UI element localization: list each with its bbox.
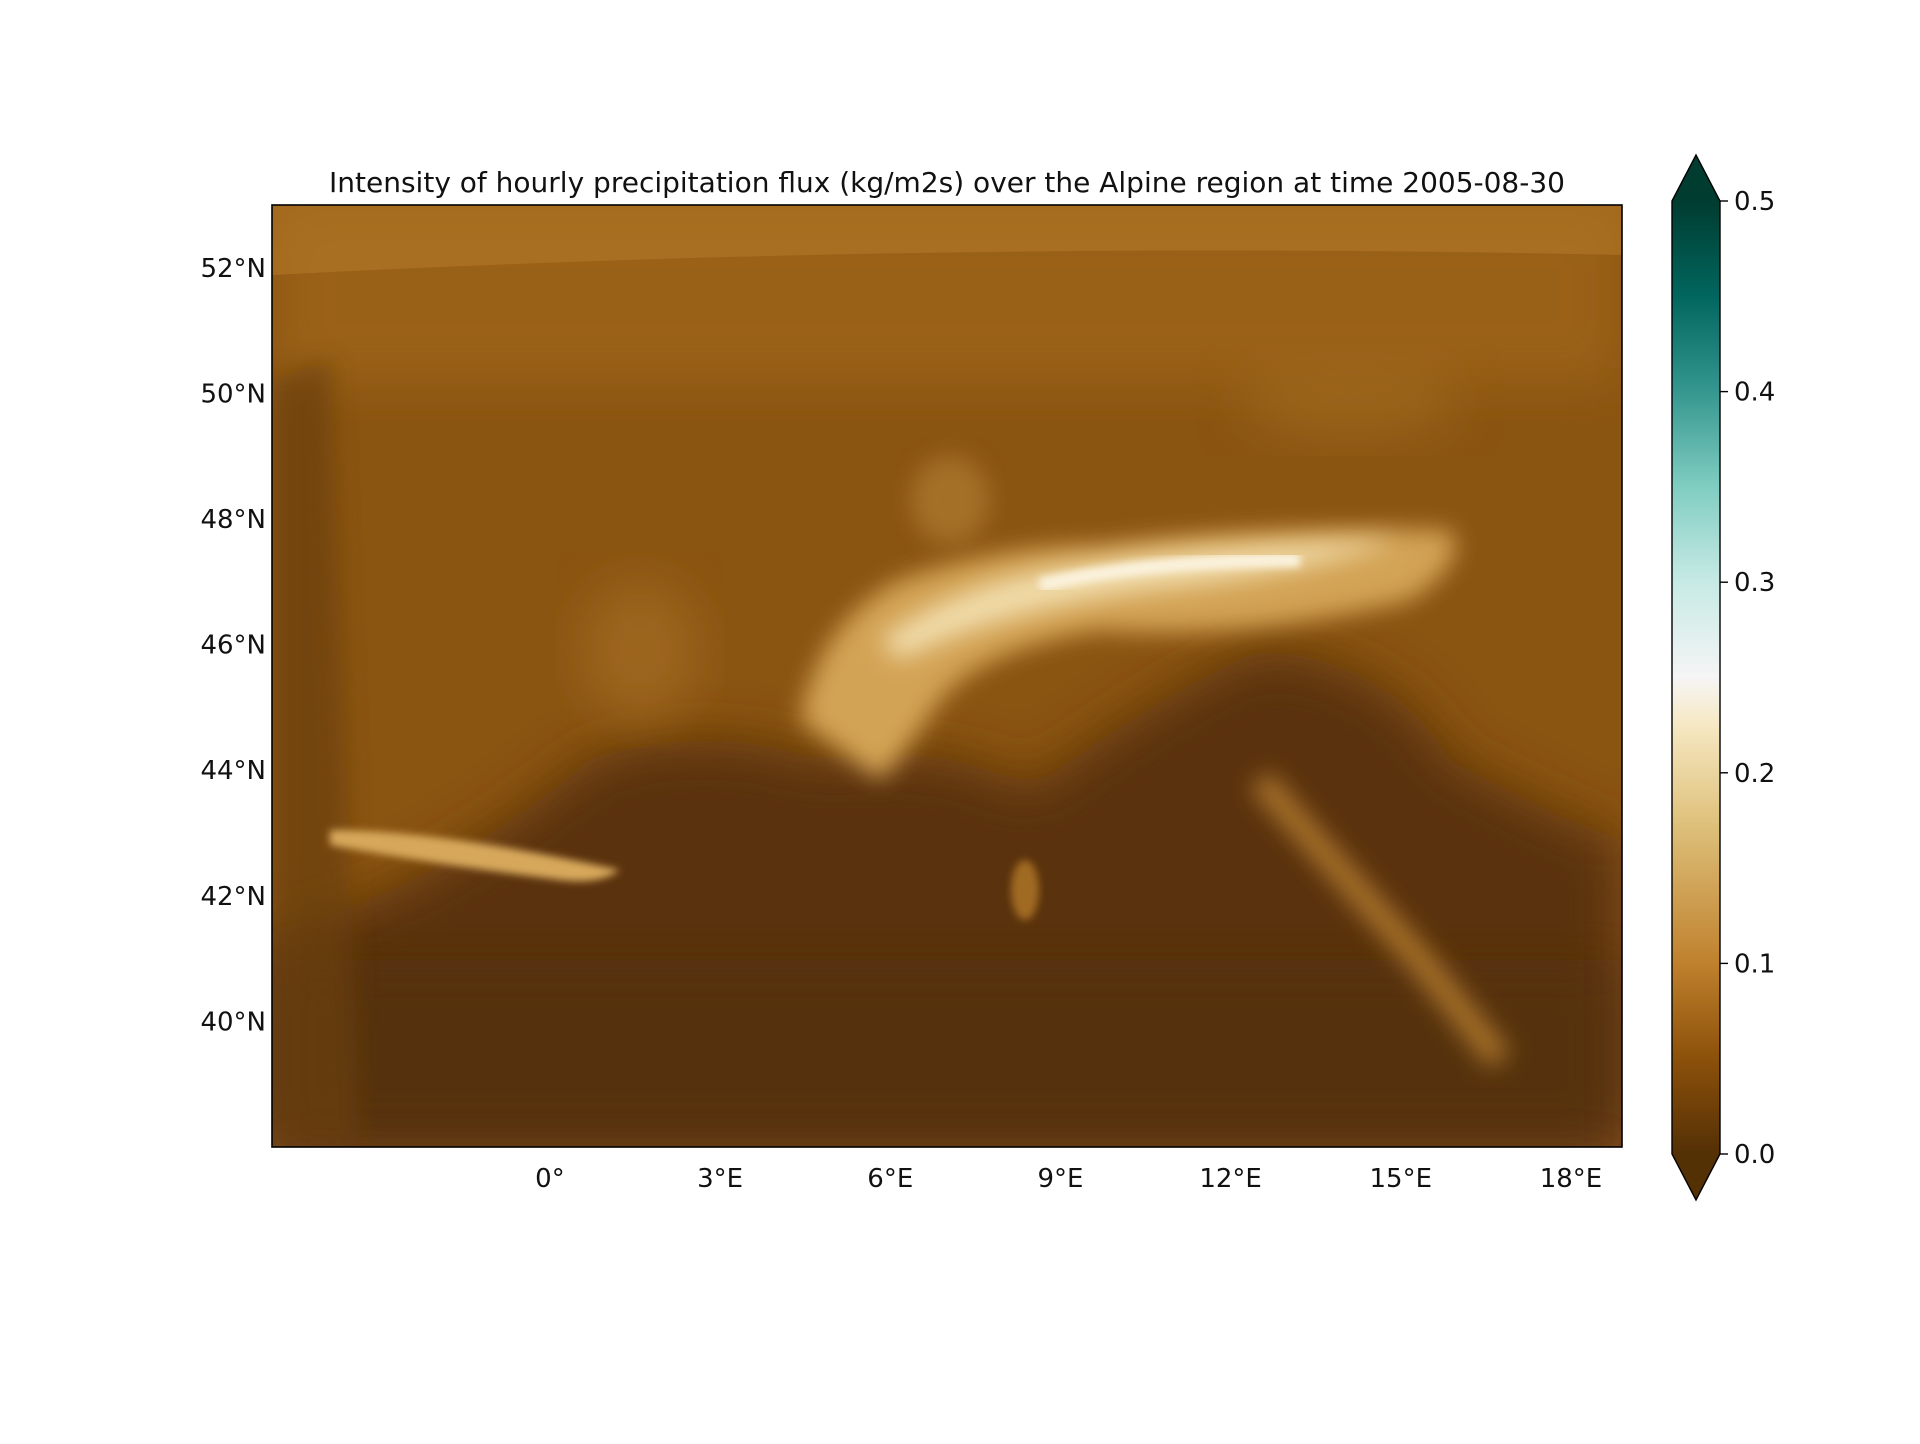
x-axis: 0° 3°E 6°E 9°E 12°E 15°E 18°E [535,1164,1602,1194]
x-tick-label: 12°E [1199,1164,1262,1194]
x-tick-label: 3°E [697,1164,743,1194]
chart-svg: Intensity of hourly precipitation flux (… [200,153,1775,1202]
colorbar-tick-label: 0.5 [1734,187,1775,217]
y-tick-label: 48°N [200,505,266,535]
colorbar: 0.0 0.1 0.2 0.3 0.4 0.5 [1671,153,1775,1202]
y-tick-label: 44°N [200,756,266,786]
y-tick-label: 40°N [200,1007,266,1037]
colorbar-tick-label: 0.2 [1734,759,1775,789]
colorbar-extend-max [1672,155,1720,201]
y-axis: 40°N 42°N 44°N 46°N 48°N 50°N 52°N [200,254,266,1038]
chart-figure: Intensity of hourly precipitation flux (… [0,0,1920,1440]
colorbar-tick-label: 0.1 [1734,949,1775,979]
precipitation-field [272,205,1622,1147]
x-tick-label: 18°E [1540,1164,1603,1194]
chart-title: Intensity of hourly precipitation flux (… [329,166,1565,199]
x-tick-label: 9°E [1037,1164,1083,1194]
x-tick-label: 6°E [867,1164,913,1194]
y-tick-label: 50°N [200,379,266,409]
colorbar-tick-label: 0.3 [1734,568,1775,598]
colorbar-tick-label: 0.4 [1734,378,1775,408]
colorbar-tick-label: 0.0 [1734,1140,1775,1170]
colorbar-gradient [1672,201,1720,1154]
x-tick-label: 15°E [1370,1164,1433,1194]
x-tick-label: 0° [535,1164,565,1194]
y-tick-label: 46°N [200,631,266,661]
y-tick-label: 52°N [200,254,266,284]
y-tick-label: 42°N [200,882,266,912]
colorbar-extend-min [1672,1154,1720,1200]
